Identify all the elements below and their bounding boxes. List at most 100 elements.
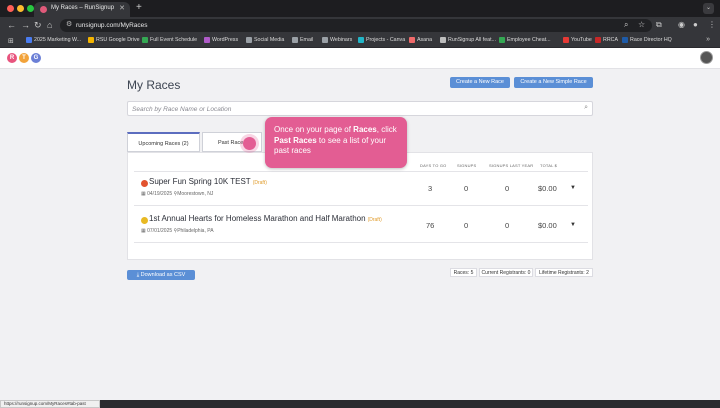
bookmark-label: Email [300,37,314,43]
bookmark-item[interactable]: YouTube [563,37,592,43]
extensions-icon[interactable]: ⧉ [656,20,662,30]
callout-hotspot[interactable] [243,137,256,150]
race-meta: ▦ 04/19/2025 ⚲Moorestown, NJ [141,191,213,197]
bookmark-label: Projects - Canva [366,37,406,43]
more-bookmarks-icon[interactable]: » [706,36,710,43]
total-amount: $0.00 [538,221,557,230]
apps-grid-icon[interactable]: ⊞ [8,37,14,45]
bookmark-label: Asana [417,37,433,43]
bookmark-label: 2025 Marketing W... [34,37,82,43]
draft-badge: (Draft) [252,180,267,186]
account-avatar-icon[interactable]: ● [693,20,698,29]
races-count: Races: 5 [450,268,477,277]
bookmark-item[interactable]: Asana [409,37,432,43]
bookmark-item[interactable]: Full Event Schedule [142,37,197,43]
maximize-window-icon[interactable] [27,5,34,12]
bookmark-favicon-icon [440,37,446,43]
window-bottom [100,400,720,408]
back-icon[interactable]: ← [7,19,16,31]
new-tab-icon[interactable]: + [136,2,142,14]
forward-icon[interactable]: → [21,19,30,31]
bookmark-label: WordPress [212,37,239,43]
tab-search-chevron-icon[interactable]: ⌄ [703,3,714,14]
search-icon[interactable]: ⌕ [584,104,588,112]
race-date: 07/01/2025 [147,228,173,234]
user-avatar[interactable] [700,51,713,64]
days-to-go: 3 [428,184,433,193]
bookmark-favicon-icon [204,37,210,43]
bookmark-item[interactable]: Webinars [322,37,352,43]
logo-letter-t[interactable]: T [19,53,29,63]
draft-badge: (Draft) [367,217,382,223]
logo-letter-r[interactable]: R [7,53,17,63]
column-days-to-go: DAYS TO GO [420,163,447,168]
create-new-race-button[interactable]: Create a New Race [450,77,510,88]
signups-last-year: 0 [505,184,510,193]
close-tab-icon[interactable]: ✕ [119,4,125,12]
bookmark-favicon-icon [622,37,628,43]
bookmark-item[interactable]: Race Director HQ [622,37,672,43]
home-icon[interactable]: ⌂ [47,19,52,31]
bookmark-star-icon[interactable]: ☆ [638,20,645,29]
address-bar[interactable]: ⚙ runsignup.com/MyRaces ⌕ ☆ [60,19,652,32]
current-registrants: Current Registrants: 0 [479,268,533,277]
bookmark-item[interactable]: Employee Cheat... [499,37,551,43]
bookmark-favicon-icon [322,37,328,43]
bookmark-item[interactable]: Projects - Canva [358,37,405,43]
minimize-window-icon[interactable] [17,5,24,12]
signups: 0 [464,184,469,193]
download-csv-button[interactable]: ⤓ Download as CSV [127,270,195,280]
table-row[interactable]: Super Fun Spring 10K TEST (Draft) ▦ 04/19… [134,172,588,206]
bookmark-label: Social Media [254,37,285,43]
chevron-down-icon[interactable]: ▼ [570,185,576,191]
bookmark-label: RunSignup All feat... [448,37,496,43]
bookmark-label: RRCA [603,37,619,43]
lifetime-registrants: Lifetime Registrants: 2 [535,268,593,277]
race-name[interactable]: 1st Annual Hearts for Homeless Marathon … [149,214,382,223]
tab-upcoming-races[interactable]: Upcoming Races (2) [127,132,200,152]
days-to-go: 76 [426,221,435,230]
page-title: My Races [127,78,181,92]
bookmark-favicon-icon [358,37,364,43]
bookmark-label: YouTube [571,37,592,43]
profile-icon[interactable]: ◉ [678,20,685,29]
table-row[interactable]: 1st Annual Hearts for Homeless Marathon … [134,209,588,243]
download-icon: ⤓ [136,272,140,278]
browser-menu-icon[interactable]: ⋮ [708,20,716,29]
bookmark-item[interactable]: Social Media [246,37,284,43]
bookmark-item[interactable]: RSU Google Drive [88,37,140,43]
bookmark-item[interactable]: Email [292,37,313,43]
column-signups: SIGNUPS [457,163,477,168]
bookmark-item[interactable]: RRCA [595,37,618,43]
bookmark-favicon-icon [26,37,32,43]
column-total: TOTAL $ [540,163,558,168]
tutorial-callout: Once on your page of Races, click Past R… [265,117,407,168]
bookmark-favicon-icon [409,37,415,43]
search-input[interactable] [132,104,572,114]
signups: 0 [464,221,469,230]
reload-icon[interactable]: ↻ [34,19,42,31]
browser-tab-active[interactable]: My Races – RunSignup ✕ [34,2,130,17]
address-url[interactable]: runsignup.com/MyRaces [76,22,148,29]
bookmark-favicon-icon [142,37,148,43]
bookmark-item[interactable]: RunSignup All feat... [440,37,496,43]
status-bar-url: https://runsignup.com/MyRaces#tab-past [0,400,100,408]
race-name[interactable]: Super Fun Spring 10K TEST (Draft) [149,177,267,186]
bookmark-item[interactable]: 2025 Marketing W... [26,37,81,43]
bookmark-item[interactable]: WordPress [204,37,238,43]
zoom-icon[interactable]: ⌕ [624,20,628,30]
site-info-icon[interactable]: ⚙ [66,20,72,28]
create-new-simple-race-button[interactable]: Create a New Simple Race [514,77,593,88]
bookmark-favicon-icon [292,37,298,43]
logo-letter-g[interactable]: G [31,53,41,63]
calendar-icon: ▦ [141,191,146,197]
calendar-icon: ▦ [141,228,146,234]
race-location: Philadelphia, PA [177,228,214,234]
bookmark-label: Employee Cheat... [507,37,551,43]
bookmarks-bar: ⊞ 2025 Marketing W... RSU Google Drive Ful… [0,34,720,48]
bookmark-label: Full Event Schedule [150,37,198,43]
race-status-icon [141,180,148,187]
close-window-icon[interactable] [7,5,14,12]
browser-toolbar: ← → ↻ ⌂ ⚙ runsignup.com/MyRaces ⌕ ☆ ⧉ ◉ … [0,17,720,34]
chevron-down-icon[interactable]: ▼ [570,222,576,228]
